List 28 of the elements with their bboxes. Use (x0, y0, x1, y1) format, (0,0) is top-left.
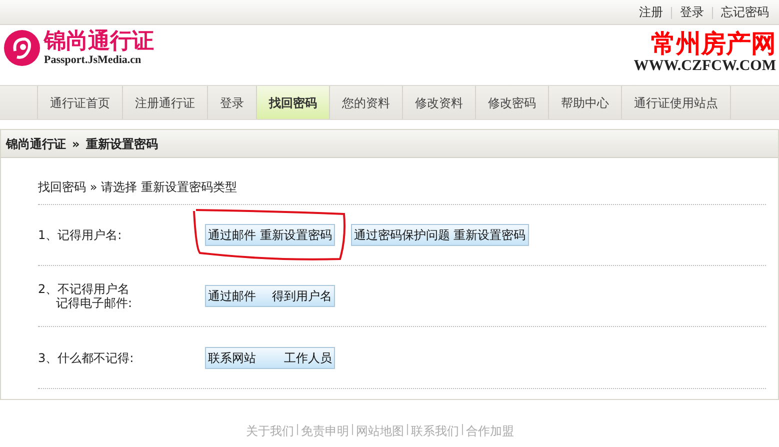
breadcrumb-separator: » (72, 136, 80, 152)
top-link[interactable]: 注册 (639, 3, 663, 21)
section-subtitle: 找回密码 » 请选择 重新设置密码类型 (38, 180, 237, 194)
logo-title: 锦尚通行证 (44, 28, 154, 54)
nav-tab[interactable]: 修改资料 (402, 86, 475, 119)
option-button[interactable]: 通过邮件 得到用户名 (205, 285, 335, 307)
nav-tab[interactable]: 通行证首页 (37, 86, 122, 119)
top-link[interactable]: 登录 (680, 3, 704, 21)
option-button[interactable]: 通过密码保护问题 重新设置密码 (350, 224, 529, 246)
option-button[interactable]: 联系网站 工作人员 (205, 346, 335, 368)
option-button[interactable]: 通过邮件 重新设置密码 (205, 224, 335, 246)
breadcrumb-current: 重新设置密码 (86, 136, 158, 152)
breadcrumb-link[interactable]: 锦尚通行证 (6, 134, 66, 152)
option-label: 3、什么都不记得: (38, 350, 135, 364)
nav-tab[interactable]: 修改密码 (475, 86, 548, 119)
nav-tab[interactable]: 找回密码 (256, 86, 329, 119)
nav-tab[interactable]: 注册通行证 (122, 86, 207, 119)
nav-tab[interactable]: 通行证使用站点 (621, 86, 731, 119)
partner-logo-subtitle: WWW.CZFCW.COM (634, 58, 776, 74)
logo-subtitle: Passport.JsMedia.cn (44, 54, 142, 67)
nav-tab[interactable]: 帮助中心 (548, 86, 621, 119)
logo-icon (3, 28, 41, 66)
top-link[interactable]: 忘记密码 (721, 3, 769, 21)
nav-tab[interactable]: 您的资料 (329, 86, 402, 119)
option-label: 2、不记得用户名 (38, 282, 131, 296)
partner-logo-title: 常州房产网 (651, 30, 776, 58)
option-label: 记得电子邮件: (55, 296, 134, 310)
option-label: 1、记得用户名: (38, 228, 123, 242)
